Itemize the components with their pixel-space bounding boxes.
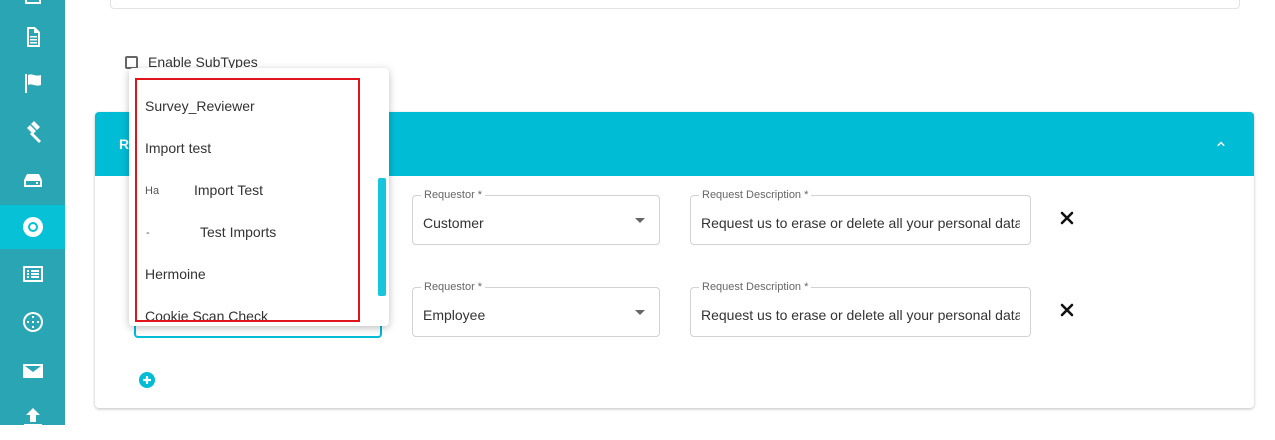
- sidebar: [0, 0, 65, 428]
- close-icon[interactable]: [1060, 211, 1074, 225]
- sidebar-item-storage[interactable]: [0, 158, 65, 202]
- hard-drive-icon: [23, 174, 42, 187]
- upper-card: [110, 0, 1240, 9]
- mail-icon: [22, 364, 43, 378]
- sidebar-item-upload[interactable]: [0, 396, 65, 440]
- enable-subtypes-checkbox[interactable]: [125, 55, 138, 69]
- film-reel-icon: [22, 312, 43, 332]
- section-title: R: [119, 136, 130, 152]
- add-circle-icon[interactable]: [138, 371, 156, 389]
- requestor-label-2: Requestor *: [421, 281, 486, 293]
- requestor-select-2[interactable]: Requestor * Employee: [412, 281, 660, 337]
- lifebuoy-icon: [22, 217, 43, 237]
- description-label-1: Request Description *: [699, 189, 812, 201]
- caret-down-icon: [635, 310, 645, 315]
- gavel-icon: [26, 121, 41, 143]
- highlight-box: [135, 78, 360, 322]
- description-label-2: Request Description *: [699, 281, 812, 293]
- request-description-field-2[interactable]: Request Description * Request us to eras…: [690, 281, 1031, 337]
- inbox-icon: [24, 0, 41, 4]
- description-value-1: Request us to erase or delete all your p…: [701, 215, 1020, 231]
- request-type-dropdown-menu[interactable]: Survey_Reviewer Import test Ha Import Te…: [129, 68, 389, 326]
- sidebar-item-mail[interactable]: [0, 349, 65, 393]
- sidebar-item-support[interactable]: [0, 205, 65, 249]
- flag-icon: [24, 74, 41, 93]
- requestor-value-2: Employee: [423, 307, 486, 323]
- list-icon: [22, 266, 43, 282]
- sidebar-item-documents[interactable]: [0, 15, 65, 59]
- document-icon: [26, 27, 40, 47]
- caret-down-icon: [635, 218, 645, 223]
- requestor-label-1: Requestor *: [421, 189, 486, 201]
- sidebar-item-legal[interactable]: [0, 109, 65, 153]
- sidebar-item-media[interactable]: [0, 300, 65, 344]
- upload-icon: [23, 408, 42, 428]
- description-value-2: Request us to erase or delete all your p…: [701, 307, 1020, 323]
- close-icon[interactable]: [1060, 303, 1074, 317]
- sidebar-item-list[interactable]: [0, 252, 65, 296]
- dropdown-scrollbar[interactable]: [378, 178, 386, 296]
- sidebar-item-flags[interactable]: [0, 61, 65, 105]
- requestor-select-1[interactable]: Requestor * Customer: [412, 189, 660, 245]
- requestor-value-1: Customer: [423, 215, 484, 231]
- chevron-up-icon[interactable]: [1212, 134, 1230, 152]
- request-description-field-1[interactable]: Request Description * Request us to eras…: [690, 189, 1031, 245]
